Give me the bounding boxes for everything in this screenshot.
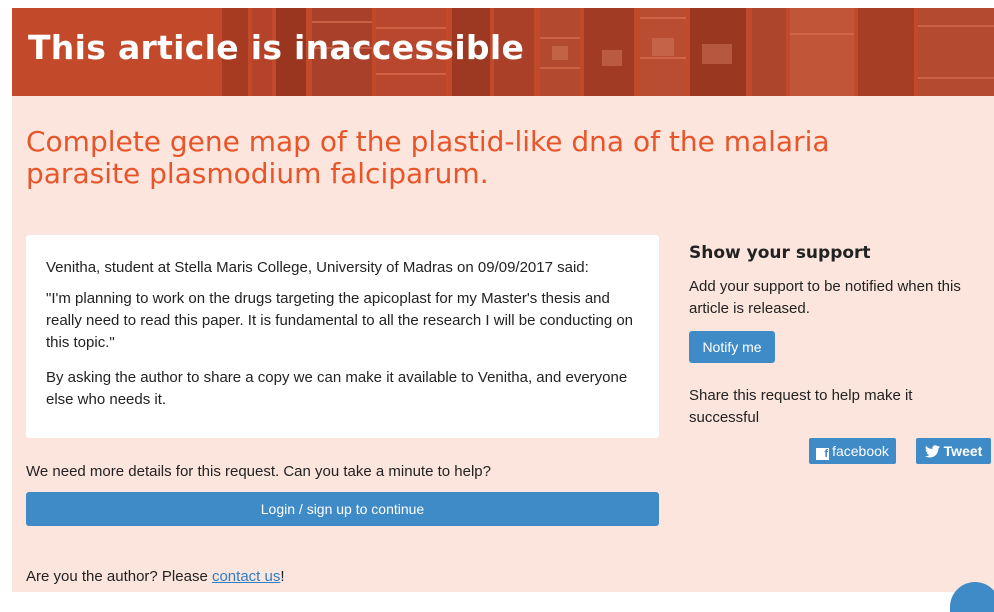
support-heading: Show your support [689, 243, 871, 263]
details-prompt: We need more details for this request. C… [26, 463, 491, 480]
header-banner: This article is inaccessible [12, 8, 994, 96]
request-quote: "I'm planning to work on the drugs targe… [46, 290, 634, 351]
facebook-share-button[interactable]: f facebook [809, 438, 896, 464]
request-ask-text: By asking the author to share a copy we … [46, 369, 628, 408]
facebook-label: facebook [832, 443, 889, 459]
banner-title: This article is inaccessible [28, 28, 525, 67]
article-title: Complete gene map of the plastid-like dn… [26, 125, 830, 190]
author-prompt-suffix: ! [280, 568, 285, 585]
contact-us-link[interactable]: contact us [212, 568, 280, 585]
tweet-button[interactable]: Tweet [916, 438, 991, 464]
notify-me-button[interactable]: Notify me [689, 331, 775, 363]
author-prompt-prefix: Are you the author? Please [26, 568, 212, 585]
request-quote-box: Venitha, student at Stella Maris College… [26, 235, 659, 438]
tweet-label: Tweet [943, 443, 983, 459]
support-text: Add your support to be notified when thi… [689, 278, 961, 317]
requester-line: Venitha, student at Stella Maris College… [46, 259, 589, 276]
twitter-bird-icon [924, 445, 940, 458]
author-prompt: Are you the author? Please contact us! [26, 568, 285, 585]
facebook-icon: f [816, 448, 830, 460]
share-text: Share this request to help make it succe… [689, 387, 913, 426]
login-signup-button[interactable]: Login / sign up to continue [26, 492, 659, 526]
